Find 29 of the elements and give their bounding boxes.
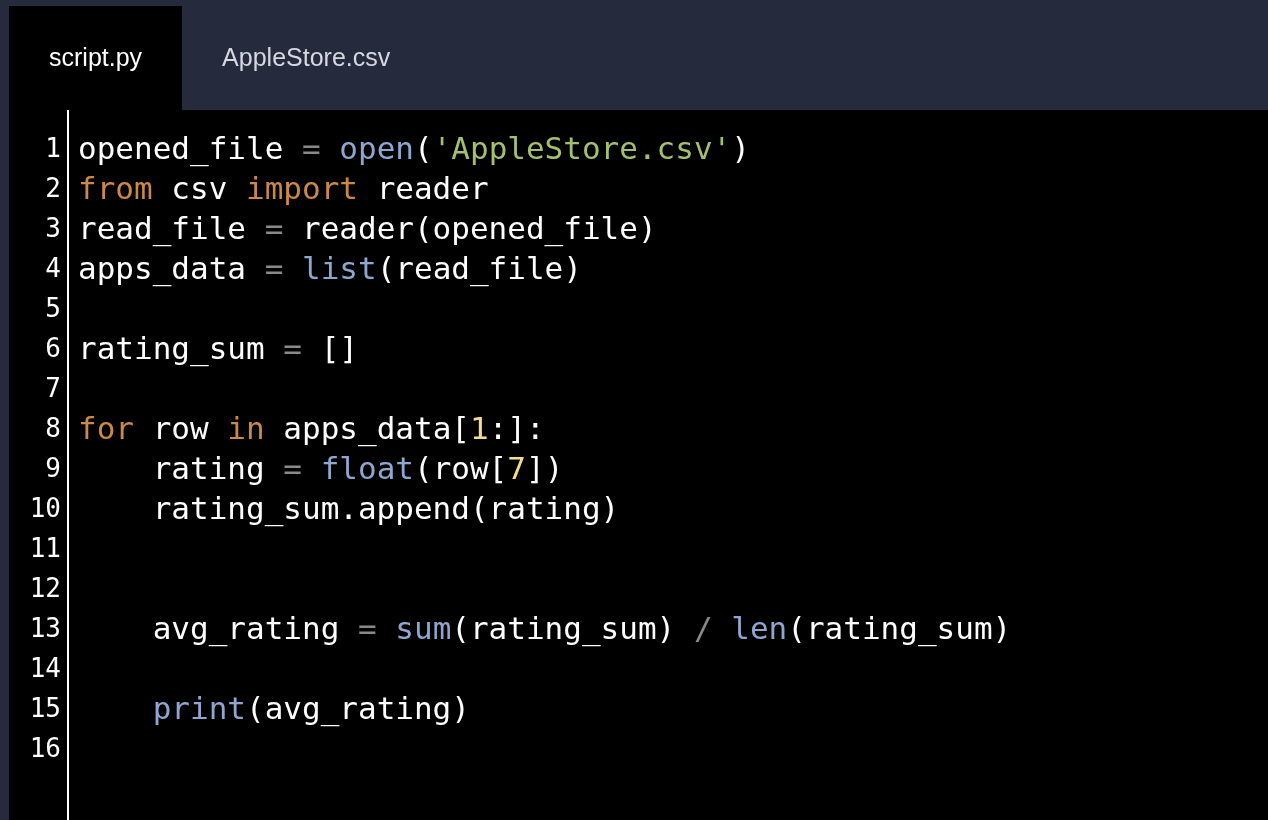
line-number: 15 bbox=[29, 692, 61, 725]
line-number: 16 bbox=[29, 732, 61, 765]
code-line: from csv import reader bbox=[78, 169, 489, 208]
line-number: 8 bbox=[45, 412, 61, 445]
line-number: 4 bbox=[45, 252, 61, 285]
code-line: for row in apps_data[1:]: bbox=[78, 409, 545, 448]
code-line: rating = float(row[7]) bbox=[151, 449, 564, 488]
line-number: 6 bbox=[45, 332, 61, 365]
line-number: 9 bbox=[45, 452, 61, 485]
line-number: 14 bbox=[29, 652, 61, 685]
line-number: 12 bbox=[29, 572, 61, 605]
line-number: 2 bbox=[45, 172, 61, 205]
code-line: print(avg_rating) bbox=[151, 689, 470, 728]
code-line: avg_rating = sum(rating_sum) / len(rating_sum) bbox=[151, 609, 1012, 648]
line-number: 1 bbox=[45, 132, 61, 165]
code-editor[interactable] bbox=[9, 110, 1268, 820]
file-tab[interactable]: script.py bbox=[9, 6, 183, 110]
file-tab[interactable]: AppleStore.csv bbox=[182, 6, 431, 110]
code-line: rating_sum = [] bbox=[78, 329, 358, 368]
line-number: 7 bbox=[45, 372, 61, 405]
code-line: rating_sum.append(rating) bbox=[151, 489, 620, 528]
line-number: 5 bbox=[45, 292, 61, 325]
code-line: read_file = reader(opened_file) bbox=[78, 209, 657, 248]
line-number: 13 bbox=[29, 612, 61, 645]
line-number: 3 bbox=[45, 212, 61, 245]
line-number: 10 bbox=[29, 492, 61, 525]
code-line: opened_file = open('AppleStore.csv') bbox=[78, 129, 750, 168]
code-line: apps_data = list(read_file) bbox=[78, 249, 582, 288]
line-number: 11 bbox=[29, 532, 61, 565]
